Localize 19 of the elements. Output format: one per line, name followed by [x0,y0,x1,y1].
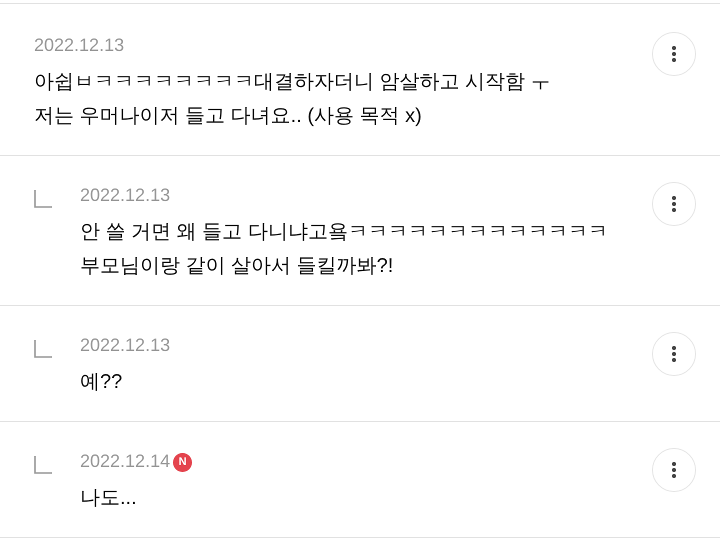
more-icon [671,45,677,63]
comment-text: 안 쓸 거면 왜 들고 다니냐고욬ㅋㅋㅋㅋㅋㅋㅋㅋㅋㅋㅋㅋㅋ [80,220,609,245]
comment-date: 2022.12.13 [80,185,170,205]
comment-date: 2022.12.13 [34,35,124,55]
comment-text: 나도... [80,486,138,511]
new-badge: N [173,452,192,472]
more-options-button[interactable] [652,182,696,226]
more-icon [671,345,677,363]
more-options-button[interactable] [652,32,696,76]
more-options-button[interactable] [652,332,696,376]
more-options-button[interactable] [652,448,696,492]
comment-text: 예?? [80,370,124,395]
comment-date: 2022.12.14 [80,451,170,471]
comment-date: 2022.12.13 [80,335,170,355]
more-icon [671,461,677,479]
comment-text: 부모님이랑 같이 살아서 들킬까봐?! [80,254,394,279]
comment-text: 저는 우머나이저 들고 다녀요.. (사용 목적 x) [34,104,423,129]
comment-text: 아쉽ㅂㅋㅋㅋㅋㅋㅋㅋㅋ대결하자더니 암살하고 시작함 ㅜ [34,70,552,95]
more-icon [671,195,677,213]
